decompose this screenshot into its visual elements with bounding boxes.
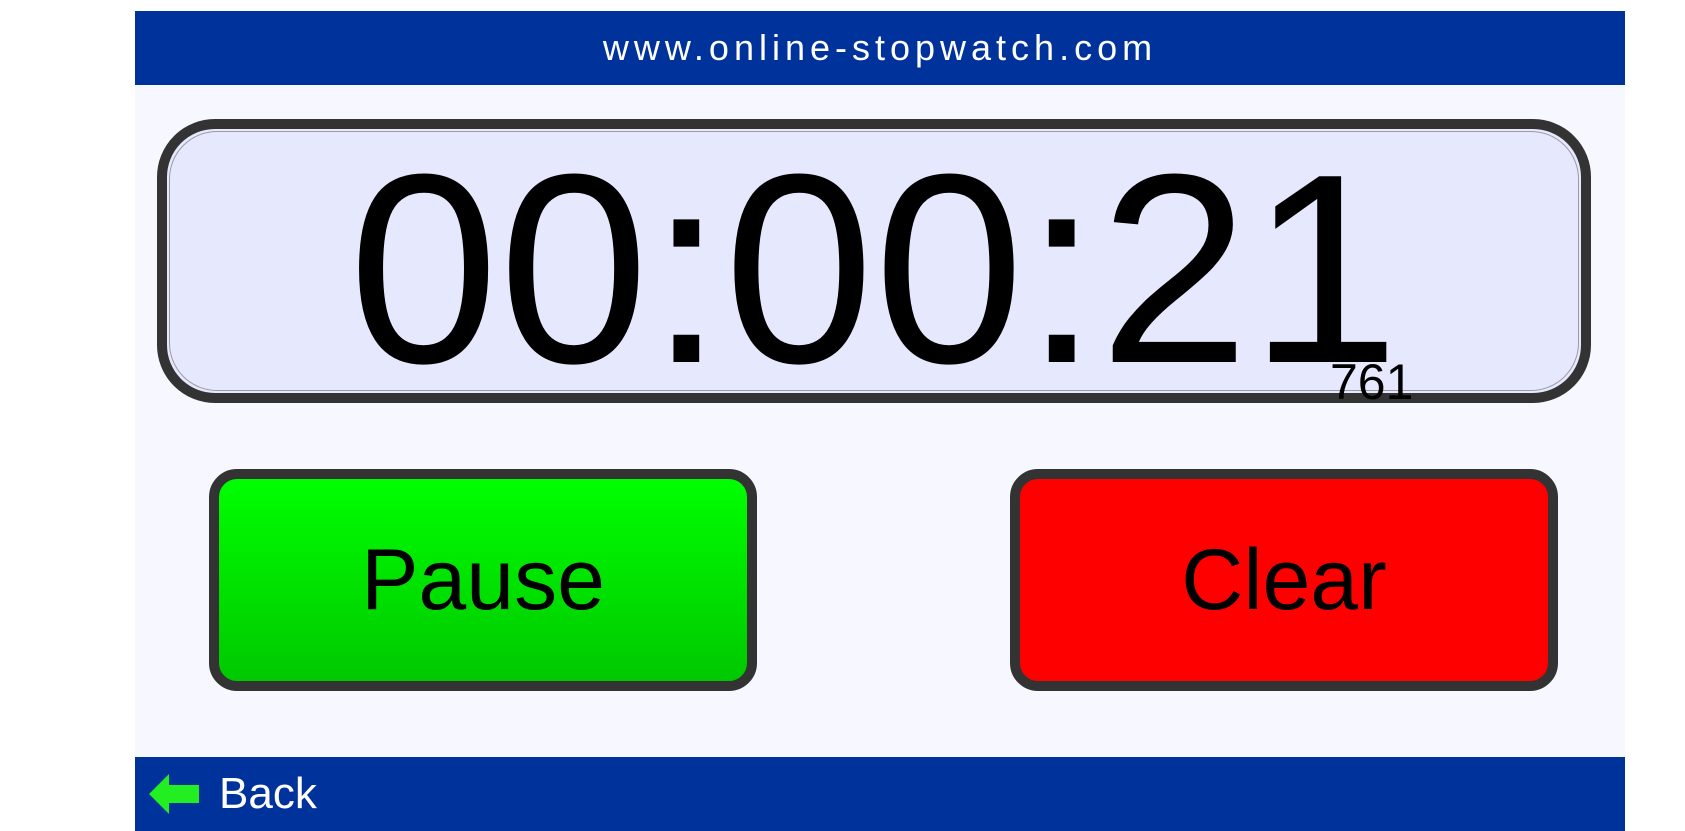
site-title: www.online-stopwatch.com <box>602 27 1158 68</box>
footer-bar: Back <box>135 757 1625 831</box>
pause-button[interactable]: Pause <box>209 469 757 691</box>
clear-button-label: Clear <box>1181 532 1387 628</box>
clear-button[interactable]: Clear <box>1010 469 1558 691</box>
back-button[interactable]: Back <box>149 757 317 831</box>
back-label: Back <box>219 769 317 818</box>
pause-button-label: Pause <box>361 532 605 628</box>
elapsed-milliseconds: 761 <box>1330 354 1414 410</box>
time-display: 00:00:21 761 <box>157 119 1591 407</box>
site-header: www.online-stopwatch.com <box>135 11 1625 85</box>
stopwatch-app: www.online-stopwatch.com 00:00:21 761 Pa… <box>135 11 1625 831</box>
back-arrow-icon <box>149 774 199 814</box>
